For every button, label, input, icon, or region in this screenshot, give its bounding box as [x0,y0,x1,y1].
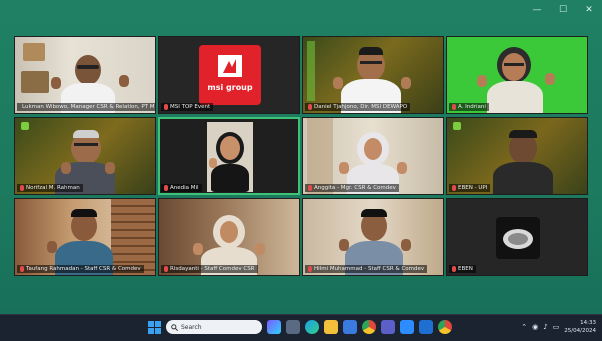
mic-muted-icon [452,185,456,191]
participant-tile[interactable]: A. Indriani [446,36,588,114]
participant-face [220,136,240,160]
participant-tile-active-speaker[interactable]: Anedia Mil [158,117,300,195]
mic-muted-icon [308,185,312,191]
participant-name-label: Norifzal M. Rahman [17,184,83,192]
mic-muted-icon [164,266,168,272]
participant-body [211,164,249,192]
minimize-button[interactable]: — [532,4,542,16]
participant-name-label: Anedia Mil [161,184,202,192]
participant-grid: Lukman Wibowo, Manager CSR & Relation, P… [14,36,588,276]
avatar-image-icon [503,229,533,249]
search-icon [171,323,178,331]
participant-tile[interactable]: Risdayanti - Staff Comdev CSR [158,198,300,276]
participant-tile[interactable]: Taufang Rahmadan - Staff CSR & Comdev [14,198,156,276]
wifi-icon[interactable]: ◉ [532,323,538,331]
system-tray: ⌃ ◉ ♪ ▭ 14:33 25/04/2024 [521,319,596,335]
participant-name-label: Daniel Tjahjono, Dir. MSI DEWAPO [305,103,411,111]
participant-name-label: Anggita - Mgr. CSR & Comdev [305,184,399,192]
participant-name-label: A. Indriani [449,103,489,111]
participant-name-label: EBEN - UPI [449,184,491,192]
brand-logo: msi group [199,45,261,105]
brand-logo-text: msi group [207,83,253,92]
avatar [496,217,540,259]
teams-icon[interactable] [381,320,395,334]
mic-muted-icon [164,185,168,191]
volume-icon[interactable]: ♪ [543,323,547,331]
taskbar-apps: Search [148,320,452,334]
search-placeholder: Search [181,323,202,331]
window-controls: — ☐ ✕ [532,4,594,16]
participant-name-label: MSI TOP Event [161,103,214,111]
participant-tile[interactable]: msi group MSI TOP Event [158,36,300,114]
participant-tile[interactable]: Hilmi Muhammad - Staff CSR & Comdev [302,198,444,276]
mic-muted-icon [20,185,24,191]
file-explorer-icon[interactable] [324,320,338,334]
participant-face [220,221,238,243]
participant-tile[interactable]: EBEN - UPI [446,117,588,195]
participant-face [502,53,526,81]
participant-tile[interactable]: Norifzal M. Rahman [14,117,156,195]
mic-muted-icon [164,104,168,110]
mic-muted-icon [308,266,312,272]
mic-muted-icon [452,266,456,272]
participant-tile[interactable]: EBEN [446,198,588,276]
clock[interactable]: 14:33 25/04/2024 [564,319,596,335]
meeting-window: — ☐ ✕ Lukman Wibowo, Manager CSR & Relat… [0,0,602,314]
participant-body [487,81,543,113]
mic-muted-icon [20,266,24,272]
store-icon[interactable] [343,320,357,334]
participant-name-label: Taufang Rahmadan - Staff CSR & Comdev [17,265,144,273]
participant-name-label: Risdayanti - Staff Comdev CSR [161,265,258,273]
participant-tile[interactable]: Lukman Wibowo, Manager CSR & Relation, P… [14,36,156,114]
participant-face [75,55,101,85]
participant-name-label: Lukman Wibowo, Manager CSR & Relation, P… [17,103,155,111]
edge-browser-icon[interactable] [305,320,319,334]
chevron-up-icon[interactable]: ⌃ [521,323,527,331]
clock-time: 14:33 [580,320,596,326]
participant-name-label: EBEN [449,265,476,273]
task-view-icon[interactable] [286,320,300,334]
battery-icon[interactable]: ▭ [553,323,560,331]
copilot-icon[interactable] [267,320,281,334]
mic-muted-icon [452,104,456,110]
msi-logo-icon [218,55,242,77]
chrome-profile-icon[interactable] [438,320,452,334]
windows-start-icon[interactable] [148,320,161,334]
search-box[interactable]: Search [166,320,262,334]
zoom-icon[interactable] [400,320,414,334]
participant-face [364,138,382,160]
mic-muted-icon [308,104,312,110]
chrome-icon[interactable] [362,320,376,334]
participant-name-label: Hilmi Muhammad - Staff CSR & Comdev [305,265,428,273]
participant-body [493,162,553,194]
clock-date: 25/04/2024 [564,328,596,334]
outlook-icon[interactable] [419,320,433,334]
participant-tile[interactable]: Anggita - Mgr. CSR & Comdev [302,117,444,195]
close-button[interactable]: ✕ [584,4,594,16]
maximize-button[interactable]: ☐ [558,4,568,16]
participant-tile[interactable]: Daniel Tjahjono, Dir. MSI DEWAPO [302,36,444,114]
taskbar: Search ⌃ ◉ ♪ ▭ 14:33 25/04/2024 [0,314,602,341]
